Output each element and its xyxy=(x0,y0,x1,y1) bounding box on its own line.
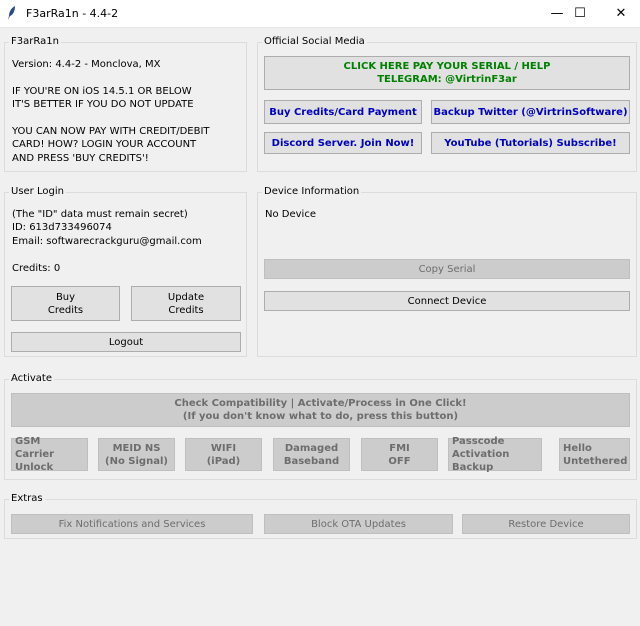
buy-credits-button[interactable]: Buy Credits xyxy=(11,286,120,321)
passcode-activation-backup-button[interactable]: Passcode Activation Backup xyxy=(448,436,542,473)
warning-line-2: IT'S BETTER IF YOU DO NOT UPDATE xyxy=(12,99,194,110)
passcode-line-2: Activation Backup xyxy=(452,449,510,473)
passcode-line-1: Passcode xyxy=(452,436,505,447)
wifi-line-1: WIFI xyxy=(210,442,237,454)
check-compatibility-line-2: (If you don't know what to do, press thi… xyxy=(182,411,459,422)
activate-legend: Activate xyxy=(9,373,54,384)
fmi-off-button[interactable]: FMI OFF xyxy=(361,438,438,471)
damaged-baseband-button[interactable]: Damaged Baseband xyxy=(273,438,350,471)
extras-legend: Extras xyxy=(9,493,45,504)
hello-untethered-button[interactable]: Hello Untethered xyxy=(559,438,630,471)
social-legend: Official Social Media xyxy=(262,36,367,47)
pay-line-1: YOU CAN NOW PAY WITH CREDIT/DEBIT xyxy=(12,126,210,137)
youtube-button[interactable]: YouTube (Tutorials) Subscribe! xyxy=(431,132,630,154)
damaged-line-2: Baseband xyxy=(283,455,340,467)
damaged-line-1: Damaged xyxy=(284,442,339,454)
buy-credits-line-2: Credits xyxy=(47,304,84,316)
serial-help-line-2: TELEGRAM: @VirtrinF3ar xyxy=(377,74,517,85)
feather-icon xyxy=(8,6,15,20)
hello-line-2: Untethered xyxy=(563,455,628,467)
close-button[interactable]: ✕ xyxy=(598,0,640,27)
fmi-line-1: FMI xyxy=(389,442,410,454)
discord-button[interactable]: Discord Server. Join Now! xyxy=(264,132,422,154)
info-legend: F3arRa1n xyxy=(9,36,61,47)
gsm-carrier-unlock-button[interactable]: GSM Carrier Unlock xyxy=(11,436,88,473)
restore-device-button[interactable]: Restore Device xyxy=(462,514,630,534)
logout-button[interactable]: Logout xyxy=(11,332,241,352)
meid-line-2: (No Signal) xyxy=(105,455,168,467)
copy-serial-button[interactable]: Copy Serial xyxy=(264,259,630,279)
check-compatibility-line-1: Check Compatibility | Activate/Process i… xyxy=(174,398,467,409)
check-compatibility-button[interactable]: Check Compatibility | Activate/Process i… xyxy=(11,393,630,427)
login-legend: User Login xyxy=(9,186,66,197)
update-credits-line-1: Update xyxy=(167,291,205,303)
title-bar: F3arRa1n - 4.4-2 — ☐ ✕ xyxy=(0,0,640,28)
gsm-line-2: Carrier Unlock xyxy=(15,449,55,473)
block-ota-updates-button[interactable]: Block OTA Updates xyxy=(264,514,453,534)
email-text: Email: softwarecrackguru@gmail.com xyxy=(12,236,202,247)
credits-text: Credits: 0 xyxy=(12,263,61,274)
warning-line-1: IF YOU'RE ON iOS 14.5.1 OR BELOW xyxy=(12,86,192,97)
meid-line-1: MEID NS xyxy=(112,442,161,454)
pay-line-3: AND PRESS 'BUY CREDITS'! xyxy=(12,153,149,164)
id-note-text: (The "ID" data must remain secret) xyxy=(12,209,188,220)
backup-twitter-button[interactable]: Backup Twitter (@VirtrinSoftware) xyxy=(431,100,630,124)
update-credits-button[interactable]: Update Credits xyxy=(131,286,241,321)
version-text: Version: 4.4-2 - Monclova, MX xyxy=(12,59,161,70)
window-title: F3arRa1n - 4.4-2 xyxy=(26,7,119,20)
hello-line-1: Hello xyxy=(563,442,592,454)
wifi-ipad-button[interactable]: WIFI (iPad) xyxy=(185,438,262,471)
fmi-line-2: OFF xyxy=(388,455,411,467)
fix-notifications-button[interactable]: Fix Notifications and Services xyxy=(11,514,253,534)
maximize-button[interactable]: ☐ xyxy=(557,0,603,27)
pay-line-2: CARD! HOW? LOGIN YOUR ACCOUNT xyxy=(12,139,197,150)
wifi-line-2: (iPad) xyxy=(206,455,241,467)
device-status-text: No Device xyxy=(265,209,316,220)
buy-credits-line-1: Buy xyxy=(55,291,76,303)
gsm-line-1: GSM xyxy=(15,436,41,447)
id-text: ID: 613d733496074 xyxy=(12,222,112,233)
update-credits-line-2: Credits xyxy=(168,304,204,316)
buy-credits-card-button[interactable]: Buy Credits/Card Payment xyxy=(264,100,422,124)
serial-help-button[interactable]: CLICK HERE PAY YOUR SERIAL / HELP TELEGR… xyxy=(264,56,630,90)
connect-device-button[interactable]: Connect Device xyxy=(264,291,630,311)
device-legend: Device Information xyxy=(262,186,362,197)
serial-help-line-1: CLICK HERE PAY YOUR SERIAL / HELP xyxy=(343,61,551,72)
info-group: F3arRa1n Version: 4.4-2 - Monclova, MX I… xyxy=(4,36,247,172)
meid-no-signal-button[interactable]: MEID NS (No Signal) xyxy=(98,438,175,471)
